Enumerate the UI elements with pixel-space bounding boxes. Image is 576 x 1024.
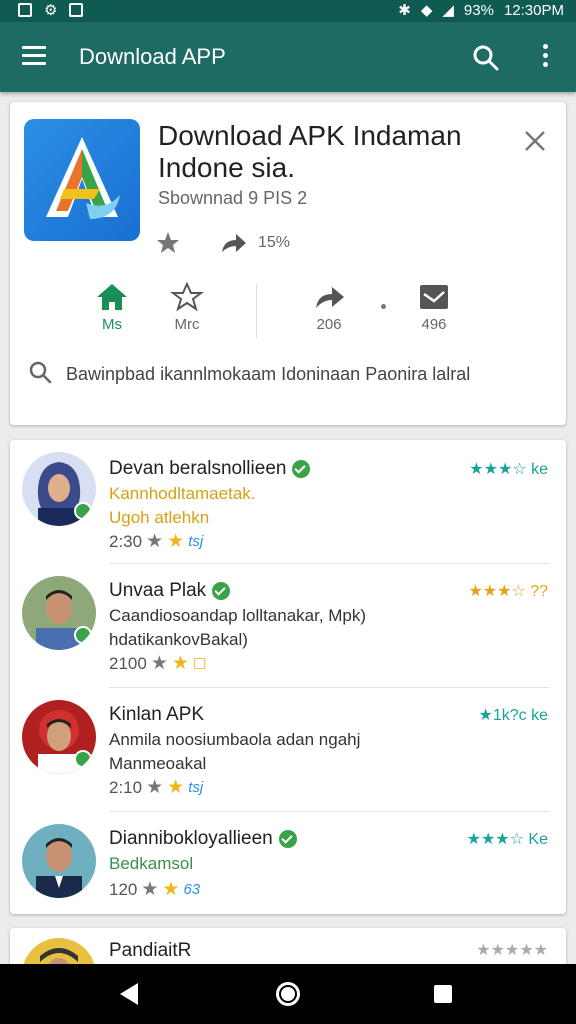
item-meta: 2100 ★ ★ ☐ <box>109 652 206 675</box>
action-home[interactable]: Ms <box>72 282 152 333</box>
item-count: 2100 <box>109 653 147 673</box>
search-description[interactable]: Bawinpbad ikannlmokaam Idoninaan Paonira… <box>66 362 536 386</box>
action-label: 496 <box>421 316 447 333</box>
item-count: 2:30 <box>109 531 143 551</box>
share-count: 15% <box>258 234 291 251</box>
item-name: Kinlan APK <box>109 704 205 725</box>
action-favorite[interactable]: Mrc <box>147 282 227 333</box>
more-options-icon[interactable] <box>538 44 552 72</box>
divider <box>256 284 257 338</box>
share-icon <box>316 287 344 308</box>
close-icon[interactable] <box>522 128 548 154</box>
battery-text: 93% <box>463 1 494 19</box>
item-rating: ★★★☆ ?? <box>468 583 548 600</box>
system-nav-bar <box>0 964 576 1024</box>
action-share[interactable]: 206 <box>289 282 369 333</box>
item-rating: ★★★☆ ke <box>469 461 548 478</box>
item-rating: ★★★★★ <box>476 942 548 959</box>
item-count: 2:10 <box>109 777 143 797</box>
item-description: hdatikankovBakal) <box>109 630 248 649</box>
item-description: Manmeoakal <box>109 754 207 773</box>
star-outline-icon <box>170 282 204 312</box>
share-icon[interactable] <box>218 230 248 256</box>
verified-icon <box>212 582 231 600</box>
settings-icon: ⚙ <box>44 2 58 19</box>
app-icon[interactable] <box>24 119 140 241</box>
reviews-list-card: Devan beralsnollieen Kannhodltamaetak. U… <box>10 440 566 914</box>
image-icon <box>420 285 448 309</box>
item-count: 120 <box>109 879 138 899</box>
item-description: Bedkamsol <box>109 854 194 873</box>
item-meta: 120 ★ ★ 63 <box>109 878 200 901</box>
signal-icon: ◢ <box>442 2 454 19</box>
separator-dot <box>381 304 386 309</box>
avatar <box>22 700 96 774</box>
item-description: Anmila noosiumbaola adan ngahj <box>109 730 361 749</box>
item-meta: 2:10 ★ ★ tsj <box>109 776 203 799</box>
item-tag: 63 <box>183 881 201 898</box>
star-icon: ★ <box>167 531 185 552</box>
avatar <box>22 824 96 898</box>
verified-icon <box>278 830 297 848</box>
home-icon <box>97 284 127 310</box>
divider <box>109 811 549 812</box>
star-icon: ★ <box>141 879 159 900</box>
action-label: 206 <box>316 316 342 333</box>
star-icon: ★ <box>146 531 164 552</box>
item-description: Caandiosoandap lolltanakar, Mpk) <box>109 606 367 625</box>
avatar <box>22 452 96 526</box>
search-icon[interactable] <box>28 360 52 384</box>
item-tag: ☐ <box>192 655 207 673</box>
item-name: PandiaitR <box>109 940 192 961</box>
app-detail-card: Download APK Indaman Indone sia. Sbownna… <box>10 102 566 425</box>
item-description: Kannhodltamaetak. <box>109 484 256 503</box>
action-label: Mrc <box>174 316 200 333</box>
app-bar: Download APP <box>0 22 576 92</box>
menu-icon[interactable] <box>22 46 46 66</box>
item-meta: 2:30 ★ ★ tsj <box>109 530 203 553</box>
item-name: Diannibokloyallieen <box>109 828 297 850</box>
app-title: Download APK Indaman Indone sia. <box>158 120 462 183</box>
back-icon[interactable] <box>120 983 138 1005</box>
action-label: Ms <box>102 316 122 333</box>
status-bar: ⚙ ✱ ◆ ◢ 93% 12:30PM <box>0 0 576 22</box>
item-name: Devan beralsnollieen <box>109 458 311 480</box>
bluetooth-icon: ✱ <box>398 2 411 19</box>
item-tag: tsj <box>188 779 204 796</box>
notification-icon <box>18 3 32 17</box>
message-icon <box>69 3 84 17</box>
item-description: Ugoh atlehkn <box>109 508 210 527</box>
star-icon: ★ <box>162 879 180 900</box>
recent-apps-icon[interactable] <box>434 985 452 1003</box>
star-icon: ★ <box>150 653 168 674</box>
verified-icon <box>292 460 311 478</box>
app-subtitle: Sbownnad 9 PIS 2 <box>158 188 308 208</box>
item-tag: tsj <box>188 533 204 550</box>
time-text: 12:30PM <box>503 1 564 19</box>
app-bar-title: Download APP <box>79 44 226 69</box>
star-icon: ★ <box>167 777 185 798</box>
action-image[interactable]: 496 <box>394 282 474 333</box>
item-rating: ★1k?c ke <box>478 707 548 724</box>
home-button-icon[interactable] <box>276 982 300 1006</box>
item-rating: ★★★☆ Ke <box>466 831 548 848</box>
search-icon[interactable] <box>472 44 500 72</box>
star-icon: ★ <box>146 777 164 798</box>
item-name: Unvaa Plak <box>109 580 231 602</box>
divider <box>109 687 549 688</box>
avatar <box>22 576 96 650</box>
star-icon[interactable] <box>155 230 181 256</box>
star-icon: ★ <box>171 653 189 674</box>
divider <box>109 563 549 564</box>
wifi-icon: ◆ <box>420 2 433 19</box>
